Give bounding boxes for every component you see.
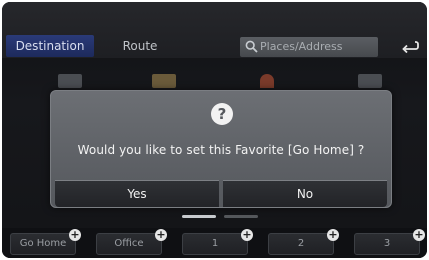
dimmed-menu-tile	[260, 74, 274, 88]
page-indicator	[224, 215, 258, 218]
favorite-1[interactable]: 1 +	[182, 229, 253, 255]
favorite-label: 1	[211, 238, 219, 249]
dimmed-menu-tile	[58, 74, 82, 88]
favorite-office[interactable]: Office +	[96, 229, 167, 255]
back-arrow-icon	[402, 41, 419, 54]
favorite-label: 3	[383, 238, 391, 249]
tab-route[interactable]: Route	[110, 35, 170, 57]
confirm-dialog: ? Would you like to set this Favorite [G…	[50, 90, 392, 208]
add-icon[interactable]: +	[155, 229, 167, 241]
dimmed-menu-tile	[152, 74, 176, 88]
yes-button[interactable]: Yes	[55, 180, 219, 207]
search-placeholder: Places/Address	[260, 40, 343, 53]
dimmed-menu-tile	[358, 74, 382, 88]
favorite-label: 2	[297, 238, 305, 249]
back-button[interactable]	[397, 36, 423, 56]
header-bar: Destination Route Places/Address	[2, 2, 427, 58]
favorites-bar: Go Home + Office + 1 + 2 + 3 +	[2, 228, 427, 258]
add-icon[interactable]: +	[241, 229, 253, 241]
page-indicator-active	[182, 215, 216, 218]
navigation-screen: Destination Route Places/Address ? Would…	[2, 2, 427, 258]
favorite-label: Office	[114, 238, 144, 249]
search-field[interactable]: Places/Address	[240, 37, 378, 57]
no-button[interactable]: No	[223, 180, 387, 207]
search-icon	[245, 40, 258, 53]
add-icon[interactable]: +	[413, 229, 425, 241]
favorite-3[interactable]: 3 +	[354, 229, 425, 255]
tab-destination[interactable]: Destination	[6, 35, 94, 57]
favorite-2[interactable]: 2 +	[268, 229, 339, 255]
add-icon[interactable]: +	[69, 229, 81, 241]
question-icon: ?	[211, 103, 233, 125]
dialog-message: Would you like to set this Favorite [Go …	[77, 143, 365, 157]
add-icon[interactable]: +	[327, 229, 339, 241]
favorite-go-home[interactable]: Go Home +	[10, 229, 81, 255]
favorite-label: Go Home	[19, 238, 67, 249]
